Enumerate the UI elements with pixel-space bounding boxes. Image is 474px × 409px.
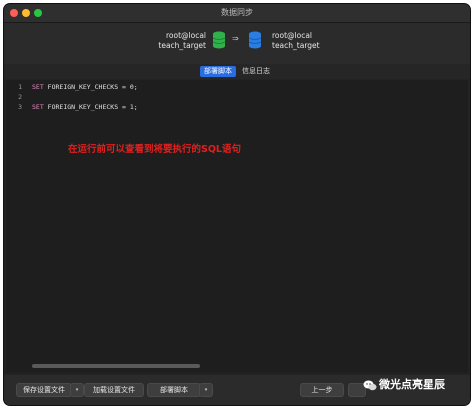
line-number: 1 — [18, 83, 22, 91]
previous-step-button[interactable]: 上一步 — [300, 383, 344, 397]
sql-keyword: SET — [32, 103, 44, 111]
line-number: 3 — [18, 103, 22, 111]
source-database-icon — [212, 31, 226, 49]
tab-bar: 部署脚本 信息日志 — [4, 64, 470, 79]
connection-header: root@local teach_target ⇒ root@local tea… — [4, 23, 470, 64]
tab-info-log[interactable]: 信息日志 — [238, 66, 274, 77]
source-host: root@local — [165, 31, 206, 40]
line-number-gutter: 1 2 3 — [6, 80, 26, 373]
deploy-script-button[interactable]: 部署脚本 — [147, 383, 201, 397]
save-settings-button[interactable]: 保存设置文件 — [16, 383, 72, 397]
code-line: SET FOREIGN_KEY_CHECKS = 1; — [32, 102, 138, 112]
tab-deploy-script[interactable]: 部署脚本 — [200, 66, 236, 77]
target-connection: root@local teach_target — [272, 31, 362, 51]
sql-statement: FOREIGN_KEY_CHECKS = 0; — [43, 83, 138, 91]
save-settings-dropdown[interactable]: ▾ — [70, 383, 84, 397]
deploy-script-dropdown[interactable]: ▾ — [199, 383, 213, 397]
line-number: 2 — [18, 93, 22, 101]
load-settings-button[interactable]: 加载设置文件 — [84, 383, 144, 397]
target-database-icon — [248, 31, 262, 49]
target-database: teach_target — [272, 41, 320, 50]
sql-statement: FOREIGN_KEY_CHECKS = 1; — [43, 103, 138, 111]
horizontal-scrollbar[interactable] — [32, 364, 200, 368]
target-host: root@local — [272, 31, 313, 40]
window-title: 数据同步 — [221, 8, 253, 17]
source-connection: root@local teach_target — [124, 31, 206, 51]
source-database: teach_target — [158, 41, 206, 50]
title-bar: 数据同步 — [4, 4, 470, 23]
sql-keyword: SET — [32, 83, 44, 91]
watermark-text: 微光点亮星辰 — [379, 378, 445, 391]
sql-editor[interactable]: 1 2 3 SET FOREIGN_KEY_CHECKS = 0; SET FO… — [6, 80, 468, 373]
sync-window: 数据同步 root@local teach_target ⇒ root@loca… — [4, 4, 470, 405]
code-line: SET FOREIGN_KEY_CHECKS = 0; — [32, 82, 138, 92]
wechat-icon — [363, 380, 377, 390]
sync-arrow-icon: ⇒ — [232, 34, 239, 43]
watermark: 微光点亮星辰 — [363, 376, 445, 392]
annotation-text: 在运行前可以查看到将要执行的SQL语句 — [68, 144, 241, 155]
